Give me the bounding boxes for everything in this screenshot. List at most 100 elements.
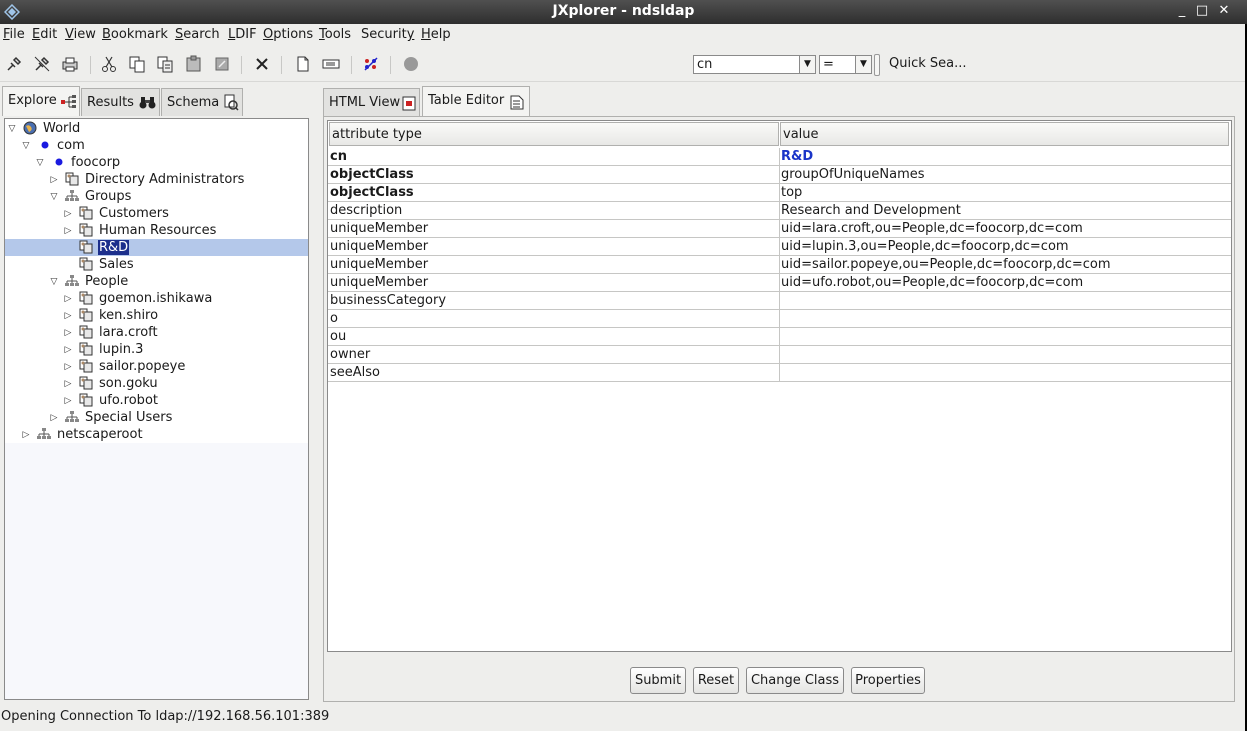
copy-dn-icon[interactable] [155,54,175,74]
menu-edit[interactable]: Edit [32,27,57,42]
menu-search[interactable]: Search [175,27,220,42]
expand-toggle-icon[interactable]: ▷ [63,226,73,236]
maximize-button[interactable]: □ [1194,3,1210,19]
table-row[interactable]: cn R&D [328,148,1231,166]
menu-ldif[interactable]: LDIF [228,27,257,42]
menu-bar: File Edit View Bookmark Search LDIF Opti… [0,24,1247,46]
chevron-down-icon[interactable]: ▼ [799,56,815,73]
expand-toggle-icon[interactable]: ▷ [63,209,73,219]
schema-icon [224,94,239,111]
column-header-attribute[interactable]: attribute type [329,122,779,146]
close-button[interactable]: ✕ [1216,3,1232,19]
paste-alias-icon[interactable] [212,54,232,74]
menu-help[interactable]: Help [421,27,451,42]
rename-icon[interactable] [321,54,341,74]
toolbar-separator [241,56,242,74]
tree-node-people[interactable]: ▽ People [5,273,308,290]
org-unit-icon [37,428,51,439]
reset-button[interactable]: Reset [693,667,739,694]
tree-node-special-users[interactable]: ▷ Special Users [5,409,308,426]
quick-search-button[interactable]: Quick Sea... [889,56,967,71]
submit-button[interactable]: Submit [630,667,686,694]
menu-view[interactable]: View [65,27,96,42]
menu-security[interactable]: Security [361,27,414,42]
menu-file[interactable]: File [3,27,25,42]
toolbar-separator [351,56,352,74]
print-icon[interactable] [60,54,80,74]
table-row[interactable]: ou [328,328,1231,346]
expand-toggle-icon[interactable]: ▷ [63,311,73,321]
stop-icon[interactable] [401,54,421,74]
refresh-icon[interactable] [361,54,381,74]
tab-table-editor[interactable]: Table Editor [422,86,530,116]
expand-toggle-icon[interactable]: ▷ [63,328,73,338]
table-row[interactable]: o [328,310,1231,328]
directory-tree[interactable]: ▽ World ▽ com ▽ foocorp ▷ Directory Admi… [4,118,309,700]
menu-options[interactable]: Options [263,27,313,42]
minimize-button[interactable]: _ [1174,3,1190,19]
tree-node-com[interactable]: ▽ com [5,137,308,154]
collapse-toggle-icon[interactable]: ▽ [49,277,59,287]
tab-results[interactable]: Results [81,88,160,116]
tree-node-person[interactable]: ▷ lara.croft [5,324,308,341]
column-header-value[interactable]: value [780,122,1229,146]
paste-icon[interactable] [184,54,204,74]
table-row[interactable]: uniqueMember uid=ufo.robot,ou=People,dc=f… [328,274,1231,292]
cut-icon[interactable] [99,54,119,74]
menu-tools[interactable]: Tools [319,27,351,42]
collapse-toggle-icon[interactable]: ▽ [35,158,45,168]
collapse-toggle-icon[interactable]: ▽ [7,124,17,134]
tree-node-person[interactable]: ▷ ufo.robot [5,392,308,409]
attribute-table[interactable]: attribute type value cn R&D objectClass gr… [327,120,1232,652]
tab-html-view[interactable]: HTML View [323,88,420,116]
tree-node-sales[interactable]: Sales [5,256,308,273]
tree-node-person[interactable]: ▷ goemon.ishikawa [5,290,308,307]
expand-toggle-icon[interactable]: ▷ [63,345,73,355]
search-operator-select[interactable]: = ▼ [819,55,872,74]
table-row[interactable]: uniqueMember uid=lupin.3,ou=People,dc=foo… [328,238,1231,256]
table-row[interactable]: objectClass top [328,184,1231,202]
copy-icon[interactable] [127,54,147,74]
delete-icon[interactable] [252,54,272,74]
tree-node-foocorp[interactable]: ▽ foocorp [5,154,308,171]
tree-node-human-resources[interactable]: ▷ Human Resources [5,222,308,239]
tree-node-person[interactable]: ▷ ken.shiro [5,307,308,324]
disconnect-icon[interactable] [32,54,52,74]
table-row[interactable]: seeAlso [328,364,1231,382]
table-row[interactable]: description Research and Development [328,202,1231,220]
tree-node-groups[interactable]: ▽ Groups [5,188,308,205]
chevron-down-icon[interactable]: ▼ [855,56,871,73]
expand-toggle-icon[interactable]: ▷ [21,430,31,440]
properties-button[interactable]: Properties [851,667,925,694]
group-of-names-icon [79,223,93,237]
table-row[interactable]: owner [328,346,1231,364]
expand-toggle-icon[interactable]: ▷ [49,175,59,185]
new-entry-icon[interactable] [293,54,313,74]
collapse-toggle-icon[interactable]: ▽ [49,192,59,202]
tree-node-netscaperoot[interactable]: ▷ netscaperoot [5,426,308,443]
expand-toggle-icon[interactable]: ▷ [63,362,73,372]
expand-toggle-icon[interactable]: ▷ [63,294,73,304]
tree-node-person[interactable]: ▷ son.goku [5,375,308,392]
change-class-button[interactable]: Change Class [746,667,844,694]
tree-node-customers[interactable]: ▷ Customers [5,205,308,222]
tree-node-directory-administrators[interactable]: ▷ Directory Administrators [5,171,308,188]
menu-bookmark[interactable]: Bookmark [102,27,168,42]
tree-node-person[interactable]: ▷ lupin.3 [5,341,308,358]
table-row[interactable]: uniqueMember uid=lara.croft,ou=People,dc=… [328,220,1231,238]
connect-icon[interactable] [4,54,24,74]
table-row[interactable]: objectClass groupOfUniqueNames [328,166,1231,184]
expand-toggle-icon[interactable]: ▷ [63,379,73,389]
search-operator-value: = [823,57,834,72]
table-row[interactable]: businessCategory [328,292,1231,310]
table-row[interactable]: uniqueMember uid=sailor.popeye,ou=People,… [328,256,1231,274]
tab-explore[interactable]: Explore [2,86,80,116]
expand-toggle-icon[interactable]: ▷ [63,396,73,406]
expand-toggle-icon[interactable]: ▷ [49,413,59,423]
tree-node-rnd[interactable]: R&D [5,239,308,256]
tree-node-person[interactable]: ▷ sailor.popeye [5,358,308,375]
tree-node-world[interactable]: ▽ World [5,120,308,137]
tab-schema[interactable]: Schema [161,88,243,116]
collapse-toggle-icon[interactable]: ▽ [21,141,31,151]
search-attribute-select[interactable]: cn ▼ [693,55,816,74]
